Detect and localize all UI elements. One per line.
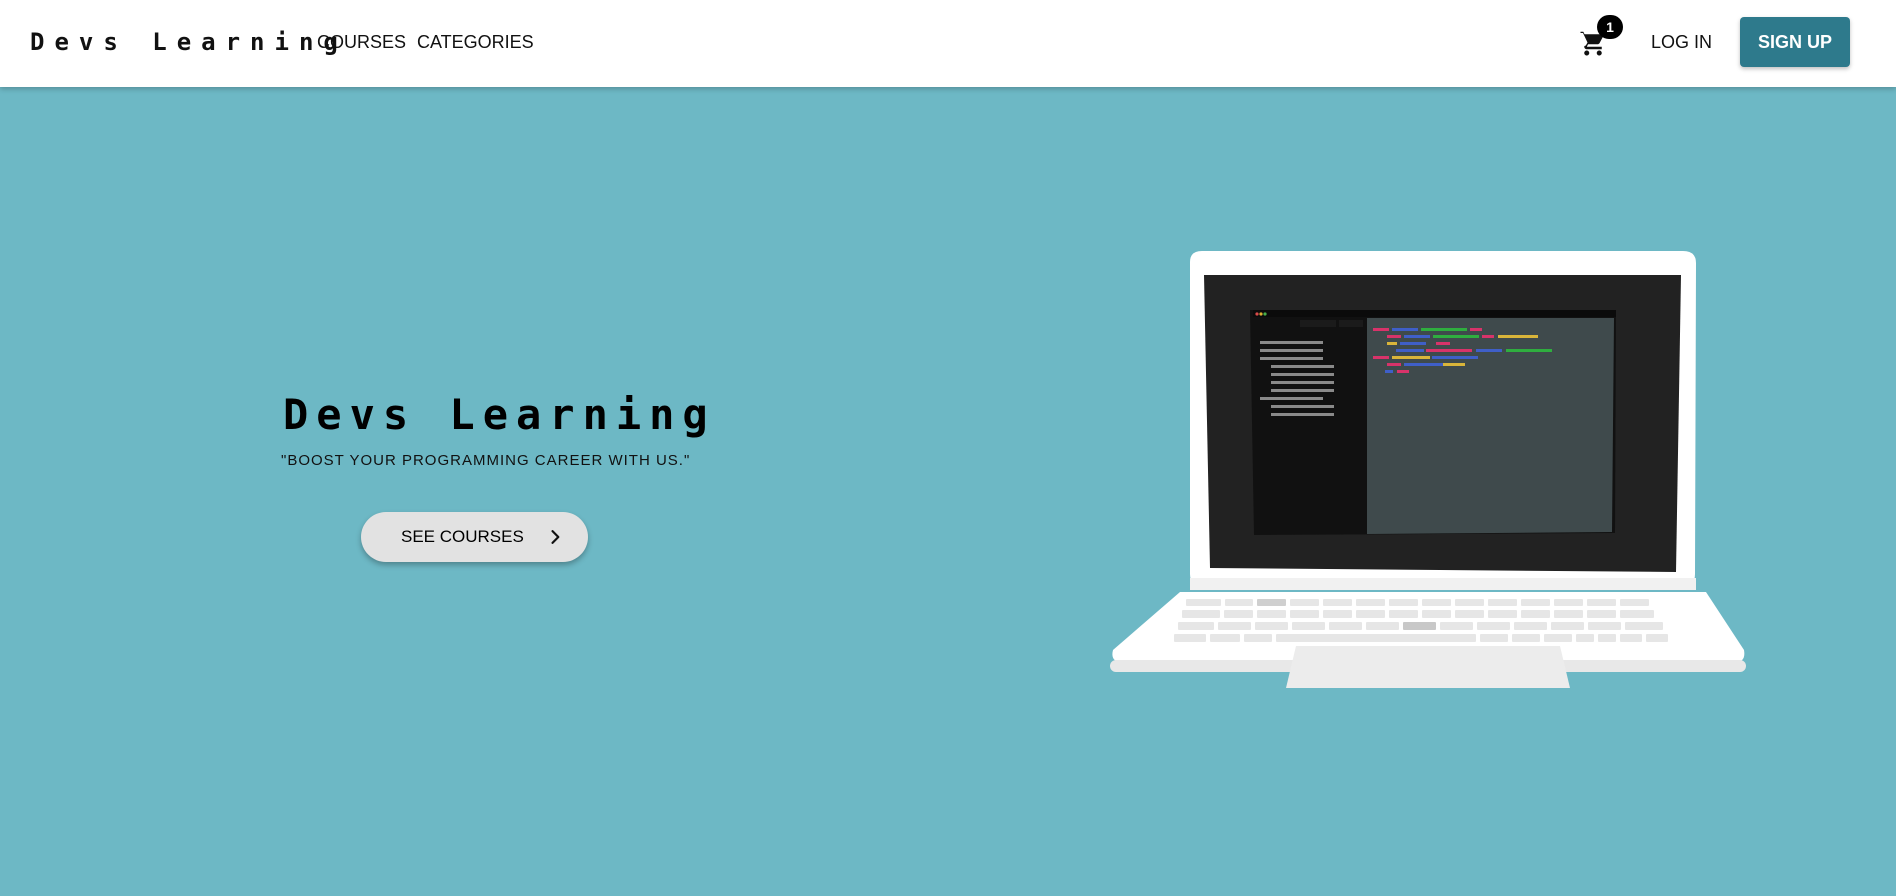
login-button[interactable]: LOG IN <box>1651 30 1712 54</box>
see-courses-button[interactable]: SEE COURSES <box>361 512 588 562</box>
brand-logo[interactable]: Devs Learning <box>30 26 348 58</box>
top-bar: Devs Learning COURSES CATEGORIES 1 LOG I… <box>0 0 1896 87</box>
chevron-right-icon <box>545 527 565 547</box>
hero-title: Devs Learning <box>283 390 716 439</box>
cart-count-badge: 1 <box>1597 15 1623 39</box>
see-courses-label: SEE COURSES <box>401 527 524 546</box>
signup-button[interactable]: SIGN UP <box>1740 17 1850 67</box>
nav-link-categories[interactable]: CATEGORIES <box>417 30 534 54</box>
nav-link-courses[interactable]: COURSES <box>317 30 406 54</box>
laptop-illustration <box>1110 248 1746 708</box>
hero-tagline: "BOOST YOUR PROGRAMMING CAREER WITH US." <box>281 452 691 469</box>
